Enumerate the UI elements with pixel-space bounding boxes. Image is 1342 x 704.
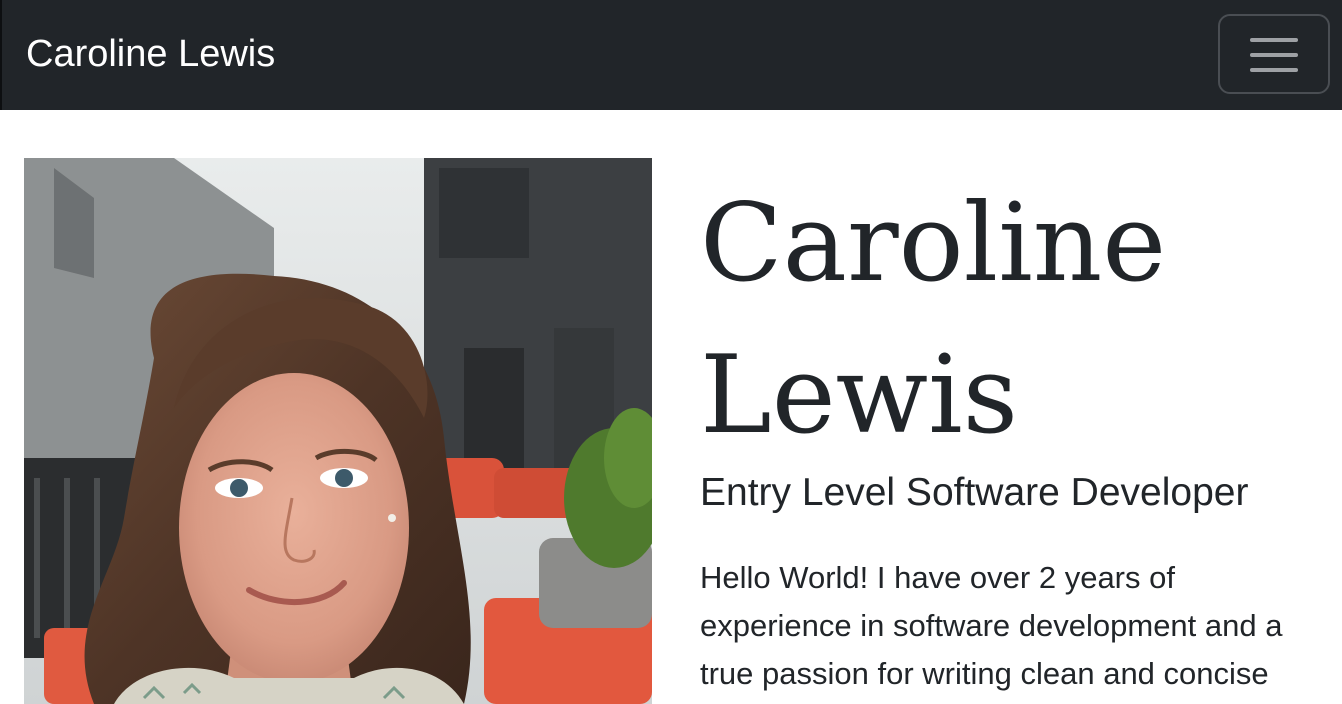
hero-last-name: Lewis [700, 333, 1019, 458]
profile-photo [24, 158, 652, 704]
navbar: Caroline Lewis [0, 0, 1342, 110]
hero-bio: Hello World! I have over 2 years of expe… [700, 560, 1283, 691]
hero-subtitle: Entry Level Software Developer [700, 471, 1249, 514]
hero-name-heading: Caroline Lewis [700, 168, 1320, 472]
hero-first-name: Caroline [700, 181, 1167, 306]
navbar-toggle-button[interactable] [1218, 14, 1330, 94]
navbar-brand[interactable]: Caroline Lewis [26, 31, 275, 77]
